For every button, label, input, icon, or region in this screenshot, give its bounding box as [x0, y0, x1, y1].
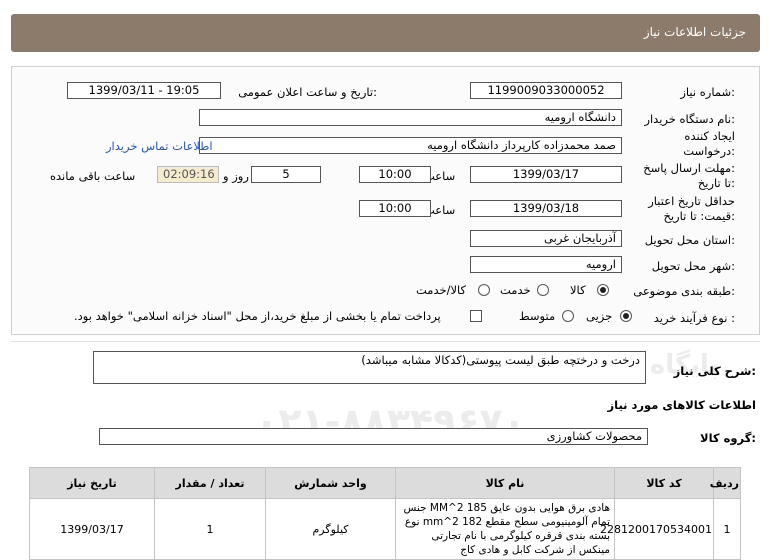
deadline-date-field: 1399/03/17: [470, 166, 622, 183]
need-number-label: شماره نیاز:: [680, 85, 735, 99]
summary-label: شرح کلی نیاز:: [673, 364, 756, 378]
cell-unit: کیلوگرم: [265, 498, 396, 560]
col-header-date: تاریخ نیاز: [29, 467, 155, 499]
goods-group-label: گروه کالا:: [700, 431, 756, 445]
deadline-time-field: 10:00: [359, 166, 431, 183]
col-header-qty: تعداد / مقدار: [154, 467, 266, 499]
need-number-field: 1199009033000052: [470, 82, 622, 99]
treasury-payment-checkbox[interactable]: [470, 310, 482, 322]
goods-section-title: اطلاعات کالاهای مورد نیاز: [607, 398, 756, 412]
province-label: استان محل تحویل:: [644, 233, 735, 247]
buyer-field: دانشگاه ارومیه: [199, 109, 622, 126]
summary-field: درخت و درختچه طبق لیست پیوستی(کدکالا مشا…: [93, 351, 646, 384]
col-header-index: ردیف: [710, 467, 741, 499]
page-title: جزئیات اطلاعات نیاز: [643, 25, 746, 39]
category-radio-goods-service[interactable]: [478, 284, 490, 296]
deadline-label-2: تا تاریخ:: [697, 176, 735, 190]
remaining-label: ساعت باقی مانده: [50, 169, 136, 183]
treasury-payment-text: پرداخت تمام یا بخشی از مبلغ خرید،از محل …: [74, 309, 441, 323]
purchase-option-medium: متوسط: [519, 309, 556, 323]
goods-group-field: محصولات کشاورزی: [99, 428, 648, 445]
purchase-radio-minor[interactable]: [620, 310, 632, 322]
page-header: جزئیات اطلاعات نیاز: [11, 14, 760, 52]
cell-name: هادی برق هوایی بدون عایق 185 MM^2 جنس تم…: [395, 498, 615, 560]
details-panel: شماره نیاز: 1199009033000052 تاریخ و ساع…: [11, 66, 760, 335]
cell-date: 1399/03/17: [29, 498, 155, 560]
category-option-service: خدمت: [500, 283, 531, 297]
purchase-type-label: نوع فرآیند خرید :: [653, 311, 735, 325]
goods-table: ردیف کد کالا نام کالا واحد شمارش تعداد /…: [29, 467, 741, 560]
announce-field: 1399/03/11 - 19:05: [67, 82, 221, 99]
goods-table-header: ردیف کد کالا نام کالا واحد شمارش تعداد /…: [29, 467, 741, 499]
cell-qty: 1: [154, 498, 266, 560]
category-radio-goods[interactable]: [597, 284, 609, 296]
table-row: 1 2281200170534001 هادی برق هوایی بدون ع…: [29, 498, 741, 560]
city-label: شهر محل تحویل:: [651, 259, 735, 273]
purchase-radio-medium[interactable]: [562, 310, 574, 322]
purchase-option-minor: جزیی: [586, 309, 613, 323]
category-label: طبقه بندی موضوعی:: [633, 284, 735, 298]
creator-field: صمد محمدزاده کارپرداز دانشگاه ارومیه: [199, 137, 622, 154]
col-header-unit: واحد شمارش: [265, 467, 396, 499]
category-radio-service[interactable]: [537, 284, 549, 296]
col-header-code: کد کالا: [614, 467, 714, 499]
divider: [11, 341, 760, 342]
validity-label-1: حداقل تاریخ اعتبار: [648, 194, 735, 208]
province-field: آذربایجان غربی: [470, 230, 622, 247]
col-header-name: نام کالا: [395, 467, 615, 499]
contact-buyer-link[interactable]: اطلاعات تماس خریدار: [106, 139, 213, 153]
deadline-label-1: مهلت ارسال پاسخ:: [643, 161, 735, 175]
creator-label-2: درخواست:: [683, 144, 735, 158]
cell-index: 1: [713, 498, 741, 560]
city-field: ارومیه: [470, 256, 622, 273]
cell-code: 2281200170534001: [600, 498, 714, 560]
validity-time-field: 10:00: [359, 200, 431, 217]
creator-label-1: ایجاد کننده: [684, 129, 735, 143]
announce-label: تاریخ و ساعت اعلان عمومی:: [238, 85, 377, 99]
validity-label-2: قیمت: تا تاریخ:: [663, 209, 735, 223]
category-option-goods: کالا: [570, 283, 586, 297]
days-field: 5: [251, 166, 321, 183]
remaining-time-field: 02:09:16: [157, 166, 219, 183]
validity-date-field: 1399/03/18: [470, 200, 622, 217]
buyer-label: نام دستگاه خریدار:: [644, 112, 735, 126]
days-label: روز و: [223, 169, 249, 183]
category-option-goods-service: کالا/خدمت: [416, 283, 467, 297]
